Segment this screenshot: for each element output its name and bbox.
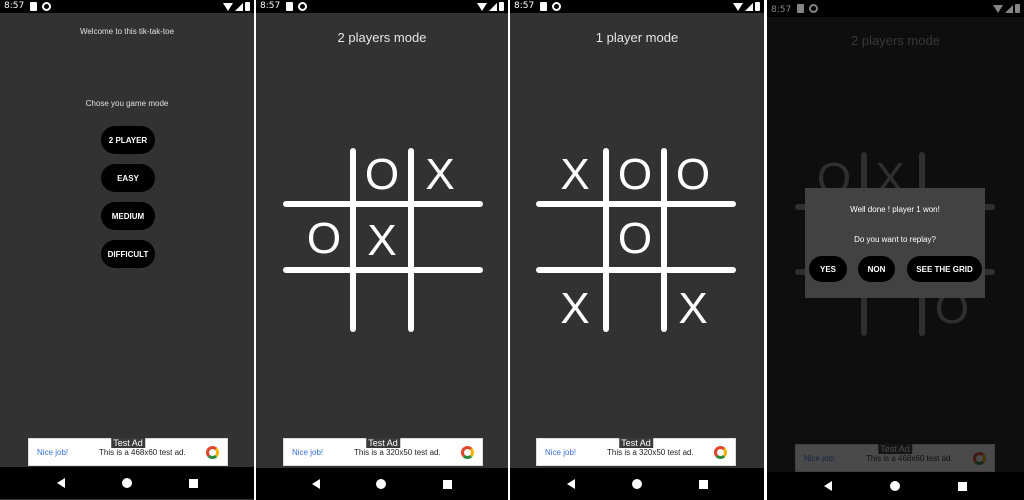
board-cell[interactable]: [295, 144, 353, 206]
status-bar: 8:57: [256, 0, 508, 13]
test-ad-badge: Test Ad: [366, 438, 400, 448]
dialog-question: Do you want to replay?: [854, 235, 936, 244]
board-cell[interactable]: O: [606, 144, 664, 206]
board-cell[interactable]: X: [546, 278, 604, 340]
home-icon[interactable]: [121, 478, 132, 488]
back-icon[interactable]: [312, 479, 321, 489]
back-icon[interactable]: [56, 478, 65, 488]
screen-win-dialog: 8:57 2 players mode O X O Test Ad Nice j…: [767, 0, 1024, 500]
ad-text: This is a 320x50 test ad.: [354, 448, 441, 457]
status-time: 8:57: [260, 1, 281, 11]
ad-nice-job: Nice job!: [545, 448, 577, 457]
ad-banner[interactable]: Test Ad Nice job! This is a 320x50 test …: [536, 438, 736, 466]
screen-one-player: 8:57 1 player mode X O O O X X Test Ad N…: [510, 0, 764, 500]
nav-bar: [0, 467, 254, 499]
board-cell[interactable]: [353, 274, 411, 336]
board-cell[interactable]: X: [411, 144, 469, 206]
back-icon[interactable]: [566, 479, 575, 489]
sd-card-icon: [286, 2, 293, 11]
ad-logo-icon: [461, 446, 474, 459]
cast-icon: [298, 2, 307, 11]
choose-mode-label: Chose you game mode: [85, 99, 169, 108]
nav-bar: [510, 468, 764, 500]
see-grid-button[interactable]: SEE THE GRID: [907, 256, 982, 282]
ad-banner[interactable]: Test Ad Nice job! This is a 320x50 test …: [283, 438, 483, 466]
wifi-icon: [477, 2, 487, 11]
nav-bar: [256, 468, 508, 500]
home-icon[interactable]: [890, 481, 900, 491]
status-time: 8:57: [4, 1, 25, 11]
home-icon[interactable]: [631, 479, 642, 489]
two-player-button[interactable]: 2 PLAYER: [101, 126, 155, 154]
yes-button[interactable]: YES: [809, 256, 847, 282]
board-cell[interactable]: [295, 274, 353, 336]
recents-icon[interactable]: [188, 478, 198, 488]
ad-text: This is a 320x50 test ad.: [607, 448, 694, 457]
status-time: 8:57: [514, 1, 535, 11]
win-dialog: Well done ! player 1 won! Do you want to…: [805, 188, 985, 298]
test-ad-badge: Test Ad: [619, 438, 653, 448]
board-cell[interactable]: [664, 210, 722, 272]
ad-logo-icon: [206, 446, 219, 459]
signal-icon: [745, 2, 753, 11]
signal-icon: [235, 2, 243, 11]
battery-icon: [755, 2, 760, 11]
wifi-icon: [223, 2, 233, 11]
board-cell[interactable]: [606, 278, 664, 340]
recents-icon[interactable]: [442, 479, 452, 489]
board-cell[interactable]: O: [606, 208, 664, 270]
sd-card-icon: [540, 2, 547, 11]
nav-bar: [767, 472, 1024, 500]
medium-button[interactable]: MEDIUM: [101, 202, 155, 230]
cast-icon: [552, 2, 561, 11]
welcome-text: Welcome to this tik-tak-toe: [79, 27, 175, 36]
sd-card-icon: [30, 2, 37, 11]
ad-banner[interactable]: Test Ad Nice job! This is a 468x60 test …: [28, 438, 228, 466]
home-icon[interactable]: [376, 479, 387, 489]
board-cell[interactable]: [411, 274, 469, 336]
board-cell[interactable]: O: [664, 144, 722, 206]
test-ad-badge: Test Ad: [111, 438, 145, 448]
screen-main-menu: 8:57 Welcome to this tik-tak-toe Chose y…: [0, 0, 254, 500]
status-bar: 8:57: [510, 0, 764, 13]
mode-title: 2 players mode: [337, 30, 427, 45]
board-cell[interactable]: [411, 210, 469, 272]
ad-nice-job: Nice job!: [37, 448, 69, 457]
ad-nice-job: Nice job!: [292, 448, 324, 457]
back-icon[interactable]: [824, 481, 832, 491]
game-board: X O O O X X: [536, 148, 736, 332]
signal-icon: [489, 2, 497, 11]
recents-icon[interactable]: [958, 481, 967, 491]
battery-icon: [245, 2, 250, 11]
screen-two-players: 8:57 2 players mode O X O X Test Ad Nice…: [256, 0, 508, 500]
ad-text: This is a 468x60 test ad.: [99, 448, 186, 457]
recents-icon[interactable]: [698, 479, 708, 489]
game-board: O X O X: [283, 148, 483, 332]
mode-title: 1 player mode: [595, 30, 679, 45]
status-bar: 8:57: [0, 0, 254, 13]
board-cell[interactable]: O: [353, 144, 411, 206]
easy-button[interactable]: EASY: [101, 164, 155, 192]
cast-icon: [42, 2, 51, 11]
battery-icon: [499, 2, 504, 11]
board-cell[interactable]: O: [295, 208, 353, 270]
board-cell[interactable]: [546, 210, 604, 272]
ad-logo-icon: [714, 446, 727, 459]
board-cell[interactable]: X: [546, 144, 604, 206]
difficult-button[interactable]: DIFFICULT: [101, 240, 155, 268]
dialog-message: Well done ! player 1 won!: [850, 205, 940, 214]
board-cell[interactable]: X: [664, 278, 722, 340]
non-button[interactable]: NON: [858, 256, 895, 282]
board-cell[interactable]: X: [353, 210, 411, 272]
wifi-icon: [733, 2, 743, 11]
